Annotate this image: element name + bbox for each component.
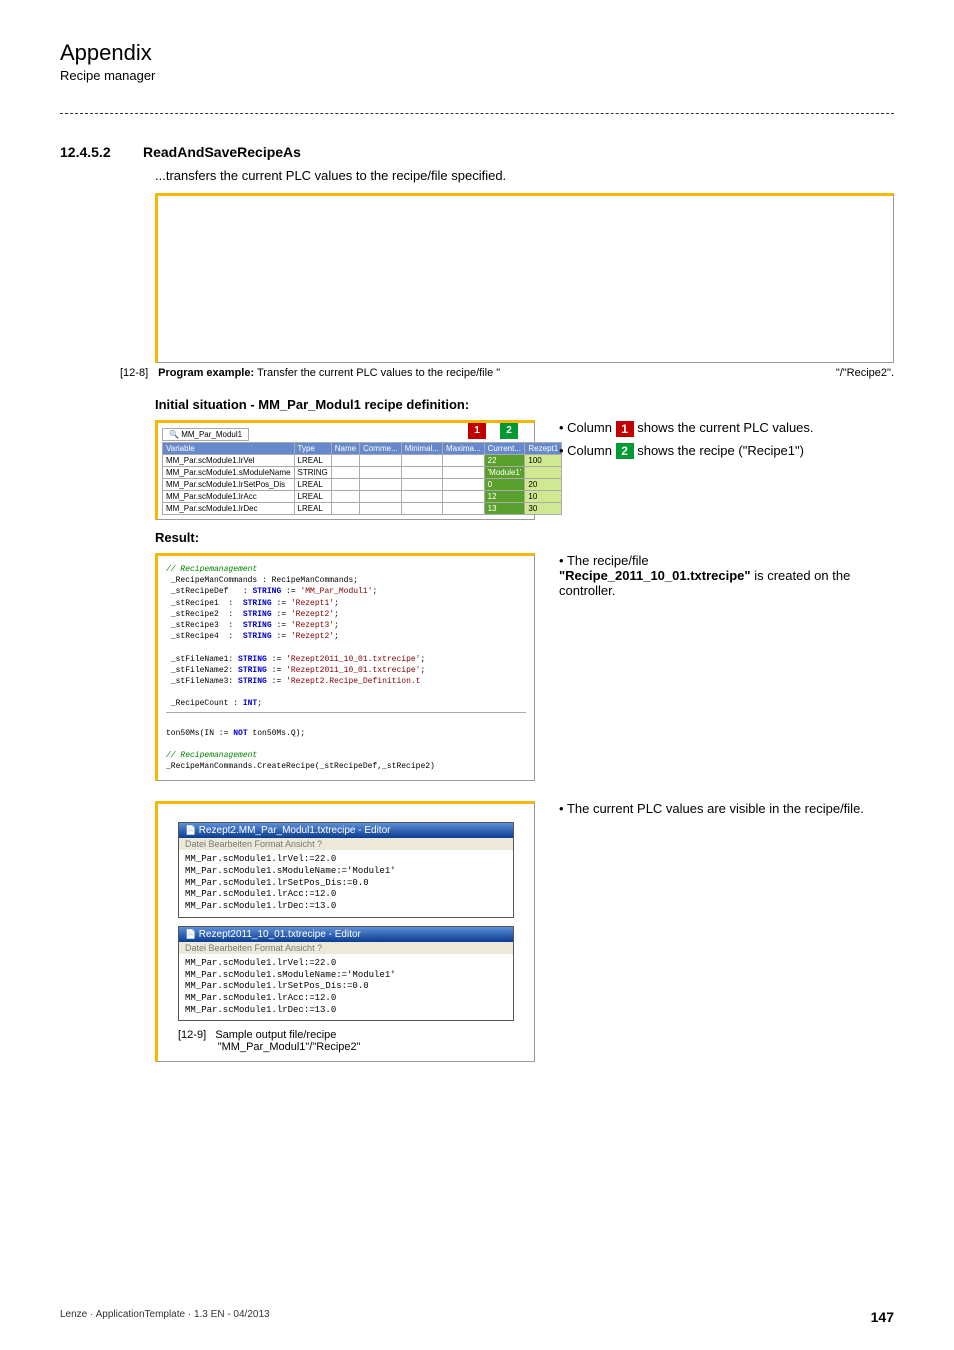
table-cell [331,479,359,491]
table-cell: 100 [525,455,562,467]
table-row: MM_Par.scModule1.sModuleNameSTRING 'Modul… [163,467,562,479]
table-cell: 12 [484,491,525,503]
table-tab: MM_Par_Modul1 [162,428,249,441]
caption-12-9: [12-9] Sample output file/recipe "MM_Par… [178,1029,514,1053]
table-header: Comme... [360,443,402,455]
table-header: Rezept1 [525,443,562,455]
table-cell [401,467,442,479]
table-cell: LREAL [294,455,331,467]
divider [60,113,894,114]
caption-12-8: [12-8] Program example: Transfer the cur… [120,367,894,379]
table-cell [401,503,442,515]
appendix-title: Appendix [60,40,894,66]
table-header: Variable [163,443,295,455]
table-header: Minimal... [401,443,442,455]
table-cell: 10 [525,491,562,503]
table-row: MM_Par.scModule1.lrVelLREAL 22100 [163,455,562,467]
table-cell: 'Module1' [484,467,525,479]
section-title: ReadAndSaveRecipeAs [143,144,301,160]
editor-2-body: MM_Par.scModule1.lrVel:=22.0 MM_Par.scMo… [179,954,513,1020]
result-heading: Result: [155,530,894,545]
marker-1-inline-icon: 1 [616,421,634,437]
editor-2-title: Rezept2011_10_01.txtrecipe - Editor [179,927,513,942]
table-cell: MM_Par.scModule1.lrVel [163,455,295,467]
table-cell [442,479,484,491]
bullet-column-1: Column 1 shows the current PLC values. [559,420,894,437]
table-cell [331,503,359,515]
table-header: Name [331,443,359,455]
recipe-table: MM_Par_Modul1 1 2 VariableTypeNameComme.… [155,420,535,520]
table-cell: 0 [484,479,525,491]
caption-tail: "/"Recipe2". [836,367,894,379]
caption-bold: Program example: [158,367,254,379]
result-bullets: The recipe/file "Recipe_2011_10_01.txtre… [559,553,894,604]
bullet-recipe-file: The recipe/file "Recipe_2011_10_01.txtre… [559,553,894,598]
caption-id: [12-8] [120,367,148,379]
marker-2-icon: 2 [500,423,518,439]
program-example-image [155,193,894,363]
section-number: 12.4.5.2 [60,144,125,160]
caption-text: Transfer the current PLC values to the r… [257,367,500,379]
footer-left: Lenze · ApplicationTemplate · 1.3 EN - 0… [60,1309,270,1325]
table-cell: LREAL [294,479,331,491]
table-cell: MM_Par.scModule1.lrDec [163,503,295,515]
table-row: MM_Par.scModule1.lrDecLREAL 1330 [163,503,562,515]
table-cell [360,455,402,467]
initial-situation-heading: Initial situation - MM_Par_Modul1 recipe… [155,397,894,412]
bullet-column-2: Column 2 shows the recipe ("Recipe1") [559,443,894,460]
section-header: 12.4.5.2 ReadAndSaveRecipeAs [60,144,894,160]
table-row: MM_Par.scModule1.lrSetPos_DisLREAL 020 [163,479,562,491]
editors-bullets: The current PLC values are visible in th… [559,801,894,822]
table-cell [442,503,484,515]
editor-window-1: Rezept2.MM_Par_Modul1.txtrecipe - Editor… [178,822,514,917]
table-row-section: MM_Par_Modul1 1 2 VariableTypeNameComme.… [155,420,894,520]
page-footer: Lenze · ApplicationTemplate · 1.3 EN - 0… [60,1309,894,1325]
bullet-plc-values-visible: The current PLC values are visible in th… [559,801,894,816]
table-bullets: Column 1 shows the current PLC values. C… [559,420,894,465]
marker-2-inline-icon: 2 [616,443,634,459]
editor-window-2: Rezept2011_10_01.txtrecipe - Editor Date… [178,926,514,1021]
table-cell [401,491,442,503]
table-cell [401,455,442,467]
marker-1-icon: 1 [468,423,486,439]
table-cell [331,467,359,479]
table-cell: 13 [484,503,525,515]
table-cell [442,455,484,467]
table-cell: STRING [294,467,331,479]
table-cell [442,467,484,479]
code-listing: // Recipemanagement _RecipeManCommands :… [155,553,535,781]
section-description: ...transfers the current PLC values to t… [155,168,894,183]
editor-1-menu: Datei Bearbeiten Format Ansicht ? [179,838,513,850]
table-cell: MM_Par.scModule1.lrAcc [163,491,295,503]
table-cell: MM_Par.scModule1.sModuleName [163,467,295,479]
table-row: MM_Par.scModule1.lrAccLREAL 1210 [163,491,562,503]
editor-windows-frame: Rezept2.MM_Par_Modul1.txtrecipe - Editor… [155,801,535,1062]
table-cell: MM_Par.scModule1.lrSetPos_Dis [163,479,295,491]
table-header: Type [294,443,331,455]
table-cell: LREAL [294,491,331,503]
table-header: Current... [484,443,525,455]
table-cell: 20 [525,479,562,491]
page-header: Appendix Recipe manager [60,40,894,83]
table-cell [331,455,359,467]
result-row-section: // Recipemanagement _RecipeManCommands :… [155,553,894,781]
appendix-subtitle: Recipe manager [60,68,894,83]
table-header: Maxima... [442,443,484,455]
table-cell [360,467,402,479]
table-cell: 30 [525,503,562,515]
table-cell [401,479,442,491]
editor-2-menu: Datei Bearbeiten Format Ansicht ? [179,942,513,954]
editor-1-title: Rezept2.MM_Par_Modul1.txtrecipe - Editor [179,823,513,838]
table-cell [360,503,402,515]
table-cell [331,491,359,503]
page-number: 147 [871,1309,894,1325]
editors-section: Rezept2.MM_Par_Modul1.txtrecipe - Editor… [155,801,894,1062]
table-cell [360,479,402,491]
editor-1-body: MM_Par.scModule1.lrVel:=22.0 MM_Par.scMo… [179,850,513,916]
table-cell [442,491,484,503]
table-cell [360,491,402,503]
table-cell: 22 [484,455,525,467]
table-cell [525,467,562,479]
table-cell: LREAL [294,503,331,515]
